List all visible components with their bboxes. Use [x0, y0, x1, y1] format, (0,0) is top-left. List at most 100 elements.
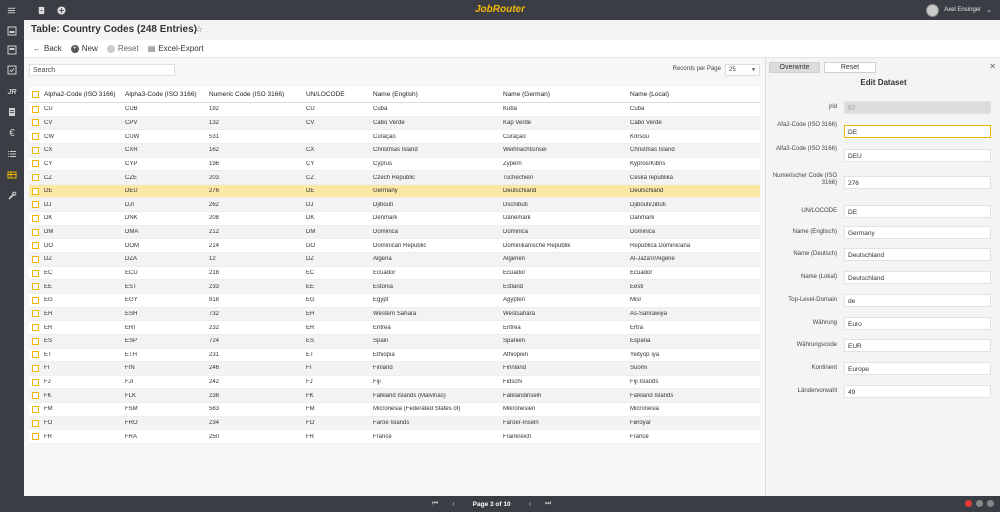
table-row[interactable]: DO DOM 214 DO Dominican Republic Dominikanisc…: [29, 239, 760, 254]
table-row[interactable]: ES ESP 724 ES Spain Spanien España: [29, 334, 760, 349]
panel-reset-button[interactable]: Reset: [824, 62, 876, 73]
back-button[interactable]: ← Back: [33, 44, 62, 53]
row-checkbox[interactable]: [32, 133, 39, 141]
column-header[interactable]: Name (Local): [630, 91, 760, 98]
row-checkbox[interactable]: [32, 433, 39, 441]
user-menu[interactable]: Axel Ensinger ⌄: [926, 3, 992, 17]
table-row[interactable]: FJ FJI 242 FJ Fiji Fidschi Fiji Islands: [29, 375, 760, 390]
table-row[interactable]: CZ CZE 203 CZ Czech Republic Tschechien Ceská …: [29, 171, 760, 185]
table-row[interactable]: DJ DJI 262 DJ Djibouti Dschibuti Djibouti/Jibu…: [29, 198, 760, 213]
row-checkbox[interactable]: [32, 310, 39, 318]
table-row[interactable]: DK DNK 208 DK Denmark Dänemark Danmark: [29, 212, 760, 226]
first-page-icon[interactable]: ⏮: [432, 500, 438, 508]
table-row[interactable]: EE EST 233 EE Estonia Estland Eesti: [29, 280, 760, 294]
field-input[interactable]: Euro: [844, 317, 991, 330]
wrench-icon[interactable]: [0, 188, 24, 204]
document-icon[interactable]: [0, 104, 24, 120]
table-row[interactable]: EH ESH 732 EH Western Sahara Westsahara As-Sah…: [29, 307, 760, 322]
field-input[interactable]: de: [844, 294, 991, 307]
inbox-icon[interactable]: [0, 23, 24, 39]
field-input[interactable]: Deutschland: [844, 271, 991, 284]
table-row[interactable]: ER ERI 232 ER Eritrea Eritrea Ertra: [29, 321, 760, 335]
reset-button[interactable]: Reset: [106, 44, 139, 53]
table-row[interactable]: DE DEU 276 DE Germany Deutschland Deutschland: [29, 184, 760, 199]
column-header[interactable]: Alpha2-Code (ISO 3166): [44, 91, 125, 98]
row-checkbox[interactable]: [32, 160, 39, 168]
table-icon[interactable]: [0, 167, 24, 183]
table-cell: Denmark: [373, 215, 398, 222]
row-checkbox[interactable]: [32, 146, 39, 154]
records-per-page-select[interactable]: 25 ▼: [725, 64, 760, 76]
table-row[interactable]: EC ECU 218 EC Ecuador Ecuador Ecuador: [29, 266, 760, 281]
field-input[interactable]: 49: [844, 385, 991, 398]
row-checkbox[interactable]: [32, 419, 39, 427]
pager: ⏮ ‹ Page 3 of 10 › ⏭: [432, 499, 551, 509]
column-header[interactable]: Alpha3-Code (ISO 3166): [125, 91, 209, 98]
field-input[interactable]: EUR: [844, 339, 991, 352]
last-page-icon[interactable]: ⏭: [545, 500, 551, 508]
row-checkbox[interactable]: [32, 119, 39, 127]
table-row[interactable]: DM DMA 212 DM Dominica Dominica Dominica: [29, 225, 760, 240]
add-icon[interactable]: [55, 4, 67, 16]
row-checkbox[interactable]: [32, 324, 39, 332]
row-checkbox[interactable]: [32, 174, 39, 182]
row-checkbox[interactable]: [32, 364, 39, 372]
table-row[interactable]: CY CYP 196 CY Cyprus Zypern Kypros/Kibris: [29, 157, 760, 172]
table-row[interactable]: CU CUB 192 CU Cuba Kuba Cuba: [29, 103, 760, 117]
field-input[interactable]: Deutschland: [844, 248, 991, 261]
table-row[interactable]: FR FRA 250 FR France Frankreich France: [29, 430, 760, 445]
table-row[interactable]: FI FIN 246 FI Finland Finnland Suomi: [29, 362, 760, 376]
table-row[interactable]: FK FLK 238 FK Falkland Islands (Malvinas) Fal…: [29, 389, 760, 404]
prev-page-icon[interactable]: ‹: [452, 501, 454, 508]
list-icon[interactable]: [0, 146, 24, 162]
row-checkbox[interactable]: [32, 255, 39, 263]
overwrite-button[interactable]: Overwrite: [769, 62, 820, 73]
row-checkbox[interactable]: [32, 392, 39, 400]
column-header[interactable]: Name (English): [373, 91, 503, 98]
row-checkbox[interactable]: [32, 228, 39, 236]
euro-icon[interactable]: €: [0, 125, 24, 141]
field-input[interactable]: 276: [844, 176, 991, 189]
row-checkbox[interactable]: [32, 214, 39, 222]
table-row[interactable]: DZ DZA 12 DZ Algeria Algerien Al-Jaza'ir/Algér…: [29, 253, 760, 267]
row-checkbox[interactable]: [32, 187, 39, 195]
new-button[interactable]: + New: [70, 44, 98, 53]
table-row[interactable]: CW CUW 531 Curaçao Curaçao Kòrsou: [29, 130, 760, 144]
row-checkbox[interactable]: [32, 105, 39, 113]
select-all-checkbox[interactable]: [32, 91, 39, 98]
field-input[interactable]: Europe: [844, 362, 991, 375]
search-input[interactable]: Search: [29, 64, 175, 76]
table-row[interactable]: CV CPV 132 CV Cabo Verde Kap Verde Cabo Verde: [29, 116, 760, 131]
next-page-icon[interactable]: ›: [529, 501, 531, 508]
menu-icon[interactable]: [5, 4, 17, 16]
table-row[interactable]: FO FRO 234 FO Faroe Islands Färöer-Inseln Føro…: [29, 416, 760, 431]
field-input[interactable]: Germany: [844, 226, 991, 239]
field-input[interactable]: DE: [844, 125, 991, 138]
column-header[interactable]: UN/LOCODE: [306, 91, 373, 98]
jobrouter-icon[interactable]: JR: [0, 84, 24, 100]
row-checkbox[interactable]: [32, 405, 39, 413]
archive-icon[interactable]: [0, 62, 24, 78]
field-input[interactable]: DEU: [844, 149, 991, 162]
row-checkbox[interactable]: [32, 378, 39, 386]
table-cell: Ceská republika: [630, 174, 674, 181]
excel-export-button[interactable]: ▤ Excel-Export: [148, 44, 204, 53]
table-row[interactable]: CX CXR 162 CX Christmas Island Weihnachtsinse…: [29, 143, 760, 158]
table-row[interactable]: EG EGY 818 EG Egypt Ägypten Misr: [29, 293, 760, 308]
row-checkbox[interactable]: [32, 242, 39, 250]
table-row[interactable]: FM FSM 583 FM Micronesia (Federated States o…: [29, 403, 760, 417]
close-icon[interactable]: ✕: [989, 62, 996, 71]
row-checkbox[interactable]: [32, 337, 39, 345]
row-checkbox[interactable]: [32, 296, 39, 304]
row-checkbox[interactable]: [32, 201, 39, 209]
table-row[interactable]: ET ETH 231 ET Ethiopia Äthiopien Yeityop´iya: [29, 348, 760, 363]
field-input[interactable]: DE: [844, 205, 991, 218]
row-checkbox[interactable]: [32, 269, 39, 277]
row-checkbox[interactable]: [32, 283, 39, 291]
column-header[interactable]: Numeric Code (ISO 3166): [209, 91, 306, 98]
column-header[interactable]: Name (German): [503, 91, 630, 98]
row-checkbox[interactable]: [32, 351, 39, 359]
star-icon[interactable]: ☆: [195, 24, 203, 35]
bookmark-icon[interactable]: [35, 4, 47, 16]
outbox-icon[interactable]: [0, 42, 24, 58]
